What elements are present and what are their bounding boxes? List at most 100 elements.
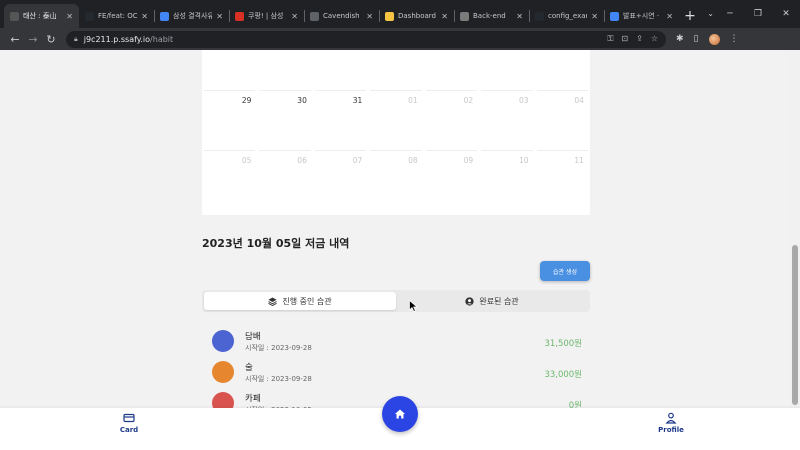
home-button[interactable]: [382, 396, 418, 432]
tab-in-progress[interactable]: 진행 중인 습관: [204, 292, 396, 310]
page-title: 2023년 10월 05일 저금 내역: [202, 237, 350, 250]
tab-favicon-icon: [610, 11, 619, 21]
tab-close-icon[interactable]: ✕: [441, 12, 448, 21]
browser-tab[interactable]: 삼성 결격사유 ✕: [154, 4, 229, 28]
tab-title: 삼성 결격사유: [173, 12, 213, 20]
habit-saved-amount: 0원: [568, 401, 582, 408]
habit-icon: [212, 392, 234, 408]
person-icon: [665, 412, 677, 424]
calendar-day[interactable]: 11: [536, 150, 588, 210]
calendar-day[interactable]: 02: [425, 90, 478, 150]
habit-icon: [212, 330, 234, 352]
tab-completed[interactable]: 완료된 습관: [396, 292, 588, 310]
habit-name: 술: [245, 363, 253, 373]
tab-close-icon[interactable]: ✕: [291, 12, 298, 21]
browser-tab[interactable]: Dashboard | ✕: [379, 4, 454, 28]
home-icon: [395, 409, 405, 419]
browser-tab[interactable]: config_exam ✕: [529, 4, 604, 28]
calendar-day[interactable]: 30: [259, 90, 311, 150]
tab-title: config_exam: [548, 12, 587, 20]
nav-card[interactable]: Card: [109, 412, 149, 434]
calendar-day[interactable]: 31: [314, 90, 367, 150]
calendar-day[interactable]: [204, 50, 255, 90]
side-panel-icon[interactable]: ▯: [694, 34, 699, 44]
calendar-day[interactable]: [315, 50, 366, 90]
browser-tab[interactable]: Back-end ✕: [454, 4, 529, 28]
tab-favicon-icon: [85, 11, 94, 21]
scrollbar-thumb[interactable]: [792, 245, 798, 405]
calendar-day[interactable]: 08: [370, 150, 422, 210]
close-window-icon[interactable]: ✕: [772, 0, 800, 28]
address-bar[interactable]: 🔒︎ j9c211.p.ssafy.io/habit ⚿ ⊡ ⇪ ☆: [66, 30, 666, 48]
tab-close-icon[interactable]: ✕: [366, 12, 373, 21]
tab-close-icon[interactable]: ✕: [591, 12, 598, 21]
habit-saved-amount: 31,500원: [544, 339, 582, 349]
tab-close-icon[interactable]: ✕: [216, 12, 223, 21]
window-controls: ─ ❐ ✕: [716, 0, 800, 28]
share-icon[interactable]: ⇪: [636, 34, 643, 44]
lock-icon[interactable]: 🔒︎: [74, 35, 78, 44]
calendar-day[interactable]: 01: [370, 90, 422, 150]
install-icon[interactable]: ⊡: [621, 34, 628, 44]
tab-close-icon[interactable]: ✕: [516, 12, 523, 21]
tab-close-icon[interactable]: ✕: [66, 12, 73, 21]
maximize-icon[interactable]: ❐: [744, 0, 772, 28]
mouse-cursor-icon: [409, 300, 418, 312]
tab-strip: 태산 : 泰山✕FE/feat: OCR✕삼성 결격사유✕쿠팡! | 삼성✕Ca…: [4, 4, 679, 28]
page-scrollbar[interactable]: [790, 50, 800, 408]
calendar-day[interactable]: 10: [481, 150, 533, 210]
calendar-day[interactable]: [370, 50, 421, 90]
url-path: /habit: [150, 34, 174, 44]
layers-icon: [268, 296, 278, 306]
calendar-day[interactable]: 29: [204, 90, 256, 150]
tab-close-icon[interactable]: ✕: [141, 12, 148, 21]
habit-start-date: 시작일 : 2023-09-28: [245, 375, 312, 383]
tab-title: 태산 : 泰山: [23, 12, 57, 20]
habit-item[interactable]: 술 시작일 : 2023-09-28 33,000원: [210, 359, 590, 390]
calendar-week-row: 29 30 31 01 02 03 04: [202, 90, 590, 150]
browser-tab[interactable]: 태산 : 泰山 ✕: [4, 4, 79, 28]
create-habit-button[interactable]: 습관 생성: [540, 261, 590, 281]
page-viewport: 29 30 31 01 02 03 04 05 06 07 08 09 10 11 2023년 10월 0…: [0, 50, 790, 408]
browser-tab[interactable]: 발표+시연 · ✕: [604, 4, 679, 28]
nav-profile[interactable]: Profile: [651, 412, 691, 434]
habit-item[interactable]: 담배 시작일 : 2023-09-28 31,500원: [210, 328, 590, 359]
calendar-day[interactable]: 04: [536, 90, 588, 150]
calendar-day[interactable]: [481, 50, 532, 90]
habit-name: 담배: [245, 332, 261, 342]
calendar-day[interactable]: 09: [425, 150, 478, 210]
tab-favicon-icon: [235, 11, 244, 21]
star-icon[interactable]: ☆: [651, 34, 658, 44]
browser-tab[interactable]: FE/feat: OCR✕: [79, 4, 154, 28]
minimize-icon[interactable]: ─: [716, 0, 744, 28]
extensions-icon[interactable]: ✱: [676, 34, 684, 44]
habit-calendar: 29 30 31 01 02 03 04 05 06 07 08 09 10 11: [202, 50, 590, 215]
calendar-day[interactable]: 05: [204, 150, 256, 210]
calendar-day[interactable]: [259, 50, 310, 90]
tab-title: 쿠팡! | 삼성: [248, 12, 284, 20]
tab-favicon-icon: [10, 11, 19, 21]
tab-close-icon[interactable]: ✕: [666, 12, 673, 21]
profile-avatar[interactable]: [708, 33, 720, 45]
calendar-day[interactable]: 07: [314, 150, 367, 210]
menu-icon[interactable]: ⋮: [730, 34, 739, 44]
calendar-day[interactable]: 03: [481, 90, 533, 150]
forward-icon[interactable]: →: [24, 33, 42, 46]
browser-tab[interactable]: 쿠팡! | 삼성 ✕: [229, 4, 304, 28]
calendar-day[interactable]: [537, 50, 588, 90]
tab-title: Cavendish: [323, 12, 360, 20]
key-icon[interactable]: ⚿: [607, 34, 613, 44]
browser-tab-bar: 태산 : 泰山✕FE/feat: OCR✕삼성 결격사유✕쿠팡! | 삼성✕Ca…: [0, 0, 800, 28]
nav-card-label: Card: [119, 426, 139, 434]
tab-title: 발표+시연 ·: [623, 12, 660, 20]
new-tab-button[interactable]: +: [679, 4, 701, 28]
bottom-strip: [0, 440, 800, 450]
habit-name: 카페: [245, 394, 261, 404]
calendar-day[interactable]: 06: [259, 150, 311, 210]
browser-tab[interactable]: Cavendish ✕: [304, 4, 379, 28]
tab-search-icon[interactable]: ⌄: [707, 0, 714, 28]
back-icon[interactable]: ←: [6, 33, 24, 46]
calendar-day[interactable]: [426, 50, 477, 90]
reload-icon[interactable]: ↻: [42, 33, 60, 46]
tab-favicon-icon: [310, 11, 319, 21]
